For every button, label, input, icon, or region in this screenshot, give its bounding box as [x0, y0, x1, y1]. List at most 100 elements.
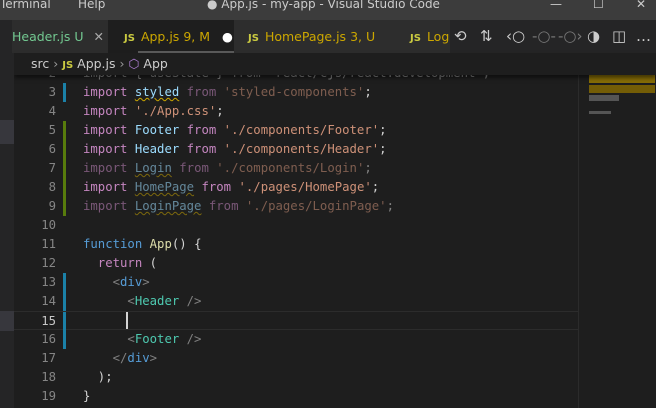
code-token: <	[83, 332, 135, 346]
code-line[interactable]: 17 </div>	[14, 349, 578, 368]
git-change-marker[interactable]	[63, 159, 66, 178]
split-editor-icon[interactable]: ◫	[612, 27, 626, 45]
minimize-button[interactable]: —	[550, 0, 562, 11]
code-token: div	[127, 351, 150, 365]
code-token: </	[83, 351, 128, 365]
go-next-icon[interactable]: -○›	[558, 27, 583, 45]
menu-terminal[interactable]: Terminal	[0, 0, 51, 11]
line-number: 16	[41, 332, 56, 346]
tab-header-js[interactable]: Header.js U ✕	[12, 20, 108, 53]
close-icon[interactable]: ✕	[93, 29, 103, 44]
code-text: <Header />	[83, 292, 201, 311]
code-token: Header	[134, 142, 180, 156]
code-token: App	[149, 237, 172, 251]
git-change-marker[interactable]	[63, 178, 66, 197]
tab-badge: 9, M	[183, 29, 210, 44]
editor-actions: ⟲ ⇅ ‹○ -○- -○› ◑ ◫ …	[450, 20, 656, 53]
code-text: import HomePage from './pages/HomePage';	[83, 178, 379, 197]
more-icon[interactable]: …	[636, 27, 651, 45]
code-text: import Login from './components/Login';	[83, 159, 372, 178]
code-line[interactable]: 6 import Header from './components/Header…	[14, 140, 578, 159]
code-line[interactable]: 9 import LoginPage from './pages/LoginPag…	[14, 197, 578, 216]
line-number: 10	[41, 218, 56, 232]
code-editor[interactable]: 2import { useState } from 'react/cjs/rea…	[14, 53, 578, 408]
code-token: Header	[134, 294, 180, 308]
tab-homepage-js[interactable]: JS HomePage.js 3, U	[234, 20, 398, 53]
code-line[interactable]: 3 import styled from 'styled-components';	[14, 83, 578, 102]
code-token: ;	[379, 142, 387, 156]
minimap[interactable]	[578, 75, 656, 408]
side-panel-selected-item[interactable]	[0, 311, 14, 331]
code-line[interactable]: 5 import Footer from './components/Footer…	[14, 121, 578, 140]
compare-changes-icon[interactable]: ⇅	[480, 27, 493, 45]
code-text: }	[83, 387, 90, 406]
code-line[interactable]: 14 <Header />	[14, 292, 578, 311]
breadcrumb-file[interactable]: App.js	[77, 56, 115, 71]
code-token: './App.css'	[134, 104, 217, 118]
menu-help[interactable]: Help	[78, 0, 105, 11]
code-line[interactable]: 16 <Footer />	[14, 330, 578, 349]
code-token: HomePage	[134, 180, 195, 194]
js-file-icon: JS	[62, 60, 74, 71]
code-line[interactable]: 8 import HomePage from './pages/HomePage'…	[14, 178, 578, 197]
side-panel	[0, 53, 14, 408]
git-change-marker[interactable]	[63, 121, 66, 140]
side-panel-selected-item[interactable]	[0, 120, 14, 144]
git-change-marker[interactable]	[63, 330, 66, 349]
code-token: ;	[364, 85, 372, 99]
code-token: import	[83, 180, 135, 194]
git-change-marker[interactable]	[63, 140, 66, 159]
history-icon[interactable]: ⟲	[454, 27, 467, 45]
window-title: ● App.js - my-app - Visual Studio Code	[207, 0, 440, 11]
breadcrumb-separator: ›	[53, 56, 59, 71]
tab-app-js[interactable]: JS App.js 9, M ●	[108, 20, 244, 53]
code-token: Footer	[134, 332, 180, 346]
line-number: 8	[48, 180, 56, 194]
breadcrumb-folder[interactable]: src	[31, 56, 49, 71]
git-graph-icon[interactable]: ◑	[587, 27, 600, 45]
maximize-button[interactable]: ☐	[593, 0, 604, 11]
code-line[interactable]: 10	[14, 216, 578, 235]
git-change-marker[interactable]	[63, 197, 66, 216]
line-number: 18	[41, 370, 56, 384]
git-change-marker[interactable]	[63, 292, 66, 311]
code-line[interactable]: 11 function App() {	[14, 235, 578, 254]
go-back-icon[interactable]: ‹○	[506, 27, 525, 45]
code-token: <	[83, 275, 121, 289]
tab-label: Header.js	[12, 29, 71, 44]
code-line[interactable]: 19}	[14, 387, 578, 406]
code-line[interactable]: 7 import Login from './components/Login';	[14, 159, 578, 178]
code-token: }	[83, 389, 91, 403]
line-number: 14	[41, 294, 56, 308]
code-token: return	[83, 256, 150, 270]
code-line[interactable]: 4 import './App.css';	[14, 102, 578, 121]
code-line[interactable]: 12 return (	[14, 254, 578, 273]
close-window-button[interactable]: ✕	[636, 0, 646, 11]
code-token: ;	[386, 199, 394, 213]
code-token: () {	[171, 237, 202, 251]
code-token: from	[194, 180, 239, 194]
code-text: <div>	[83, 273, 150, 292]
git-change-marker[interactable]	[63, 273, 66, 292]
code-text: import LoginPage from './pages/LoginPage…	[83, 197, 394, 216]
code-line[interactable]: 18 );	[14, 368, 578, 387]
line-number: 13	[41, 275, 56, 289]
git-change-marker[interactable]	[63, 312, 66, 331]
code-token: styled	[134, 85, 180, 99]
code-token: from	[171, 161, 217, 175]
unsaved-dot-icon[interactable]: ●	[222, 29, 233, 44]
code-token: import	[83, 199, 135, 213]
code-token: from	[179, 123, 224, 137]
breadcrumb-symbol[interactable]: App	[143, 56, 167, 71]
symbol-class-icon: ⬡	[128, 56, 140, 71]
code-token: LoginPage	[134, 199, 202, 213]
code-token: import	[83, 142, 135, 156]
code-text: </div>	[83, 349, 157, 368]
code-line[interactable]: 15	[14, 311, 578, 331]
git-change-marker[interactable]	[63, 83, 66, 102]
go-previous-icon[interactable]: -○-	[532, 27, 556, 45]
code-token: ;	[364, 161, 372, 175]
code-line[interactable]: 13 <div>	[14, 273, 578, 292]
code-token: import	[83, 123, 135, 137]
line-number: 9	[48, 199, 56, 213]
